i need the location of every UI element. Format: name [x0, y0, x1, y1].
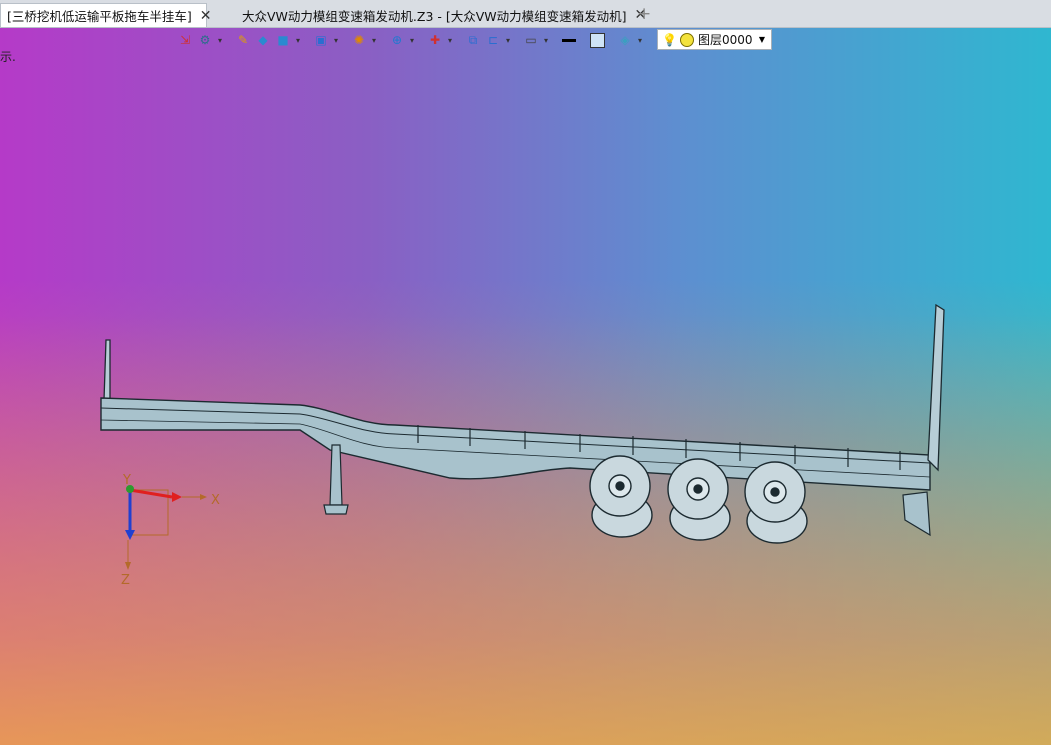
section-view-icon[interactable]: ⊏ [484, 31, 502, 49]
chevron-down-icon[interactable]: ▾ [636, 36, 644, 45]
pan-icon[interactable]: ✚ [426, 31, 444, 49]
display-mode-icon[interactable]: ▣ [312, 31, 330, 49]
cube-view-icon[interactable]: ■ [274, 31, 292, 49]
landing-gear [329, 444, 343, 506]
pencil-icon[interactable]: ✎ [234, 31, 252, 49]
layer-name: 图层0000 [697, 33, 753, 47]
orbit-icon[interactable]: ✺ [350, 31, 368, 49]
status-text: 示. [0, 50, 16, 64]
chevron-down-icon[interactable]: ▼ [759, 35, 765, 44]
color-swatch-icon[interactable] [588, 31, 606, 49]
axis-y-label: Y [122, 473, 131, 488]
chevron-down-icon[interactable]: ▾ [294, 36, 302, 45]
wheel-set [589, 455, 808, 544]
render-mode-icon[interactable]: ◆ [254, 31, 272, 49]
view-toolbar: ⇲ ⚙ ▾ ✎ ◆ ■ ▾ ▣ ▾ ✺ ▾ ⊕ ▾ ✚ ▾ ⧉ ⊏ ▾ ▭ ▾ … [176, 28, 644, 52]
exit-sketch-icon[interactable]: ⇲ [176, 31, 194, 49]
chevron-down-icon[interactable]: ▾ [370, 36, 378, 45]
layer-color-icon [679, 32, 694, 47]
trailer-model[interactable]: X Y Z [0, 0, 1051, 745]
layer-manager-icon[interactable]: ◈ [616, 31, 634, 49]
chevron-down-icon[interactable]: ▾ [408, 36, 416, 45]
pick-filter-icon[interactable]: ⚙ [196, 31, 214, 49]
chevron-down-icon[interactable]: ▾ [216, 36, 224, 45]
line-weight-icon[interactable] [560, 31, 578, 49]
chevron-down-icon[interactable]: ▾ [332, 36, 340, 45]
axis-triad: X Y Z [121, 473, 220, 588]
rear-ramp [927, 303, 945, 472]
chevron-down-icon[interactable]: ▾ [446, 36, 454, 45]
rear-bumper [902, 491, 931, 537]
zoom-icon[interactable]: ⊕ [388, 31, 406, 49]
chevron-down-icon[interactable]: ▾ [504, 36, 512, 45]
monitor-icon[interactable]: ▭ [522, 31, 540, 49]
layer-dropdown[interactable]: 💡 图层0000 ▼ [657, 29, 772, 50]
chevron-down-icon[interactable]: ▾ [542, 36, 550, 45]
axis-z-label: Z [121, 573, 130, 588]
fit-view-icon[interactable]: ⧉ [464, 31, 482, 49]
lightbulb-icon[interactable]: 💡 [662, 33, 677, 47]
axis-x-label: X [211, 493, 220, 508]
